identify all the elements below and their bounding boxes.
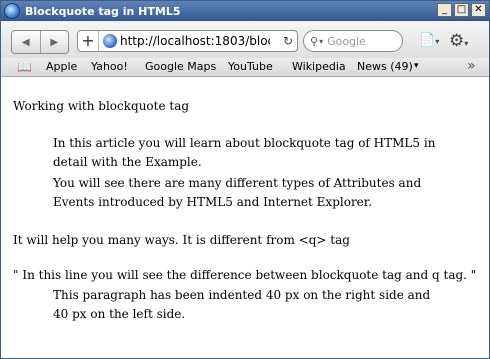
settings-menu-button[interactable]: ⚙▾ bbox=[449, 31, 468, 51]
page-menu-button[interactable]: 📄▾ bbox=[419, 33, 439, 48]
chevron-down-icon[interactable]: ▾ bbox=[414, 61, 419, 71]
reload-icon[interactable]: ↻ bbox=[283, 34, 293, 48]
url-field[interactable]: http://localhost:1803/blockquote.html bbox=[120, 34, 270, 48]
maximize-button[interactable]: □ bbox=[454, 3, 469, 17]
bookmarks-bar: 📖 Apple Yahoo! Google Maps YouTube Wikip… bbox=[1, 58, 489, 77]
forward-button[interactable]: ▶ bbox=[39, 31, 69, 53]
bookmark-apple[interactable]: Apple bbox=[46, 60, 77, 73]
back-forward-group: ◀ ▶ bbox=[11, 30, 69, 54]
search-field[interactable]: ⚲ ▾ Google bbox=[303, 30, 403, 52]
bookmark-google-maps[interactable]: Google Maps bbox=[145, 60, 216, 73]
minimize-button[interactable]: _ bbox=[437, 3, 452, 17]
navigation-toolbar: ◀ ▶ + http://localhost:1803/blockquote.h… bbox=[1, 22, 489, 58]
blockquote-1-line-2: detail with the Example. bbox=[53, 155, 202, 169]
search-placeholder: Google bbox=[327, 34, 366, 48]
blockquote-2-line-2: 40 px on the left side. bbox=[53, 307, 186, 321]
globe-icon bbox=[103, 34, 117, 48]
add-bookmark-button[interactable]: + bbox=[78, 31, 99, 51]
bookmark-wikipedia[interactable]: Wikipedia bbox=[292, 60, 346, 73]
chevron-down-icon: ▾ bbox=[435, 37, 440, 46]
back-button[interactable]: ◀ bbox=[12, 31, 40, 53]
paragraph-2: It will help you many ways. It is differ… bbox=[13, 233, 350, 247]
browser-window: Blockquote tag in HTML5 _ □ ✕ ◀ ▶ + http… bbox=[0, 0, 490, 359]
page-content: Working with blockquote tag In this arti… bbox=[1, 77, 489, 358]
chevron-down-icon: ▾ bbox=[464, 39, 469, 48]
window-title: Blockquote tag in HTML5 bbox=[25, 4, 181, 18]
blockquote-1-line-3: You will see there are many different ty… bbox=[53, 176, 422, 190]
paragraph-3: " In this line you will see the differen… bbox=[13, 268, 477, 282]
book-icon[interactable]: 📖 bbox=[17, 60, 32, 74]
gear-icon: ⚙ bbox=[449, 31, 465, 51]
blockquote-1-line-1: In this article you will learn about blo… bbox=[53, 136, 436, 150]
search-icon: ⚲ bbox=[310, 34, 319, 48]
bookmarks-overflow-button[interactable]: » bbox=[467, 58, 476, 74]
bookmark-yahoo[interactable]: Yahoo! bbox=[91, 60, 128, 73]
close-button[interactable]: ✕ bbox=[471, 3, 486, 17]
page-icon: 📄 bbox=[419, 33, 436, 48]
safari-icon bbox=[4, 3, 20, 19]
title-bar[interactable]: Blockquote tag in HTML5 _ □ ✕ bbox=[1, 1, 489, 21]
address-bar[interactable]: + http://localhost:1803/blockquote.html … bbox=[77, 30, 298, 52]
blockquote-1-line-4: Events introduced by HTML5 and Internet … bbox=[53, 195, 373, 209]
search-chevron-icon[interactable]: ▾ bbox=[319, 37, 323, 46]
bookmark-news[interactable]: News (49) bbox=[357, 60, 413, 73]
bookmark-youtube[interactable]: YouTube bbox=[228, 60, 273, 73]
blockquote-2-line-1: This paragraph has been indented 40 px o… bbox=[53, 288, 431, 302]
window-controls: _ □ ✕ bbox=[437, 3, 486, 17]
page-heading: Working with blockquote tag bbox=[13, 99, 190, 113]
